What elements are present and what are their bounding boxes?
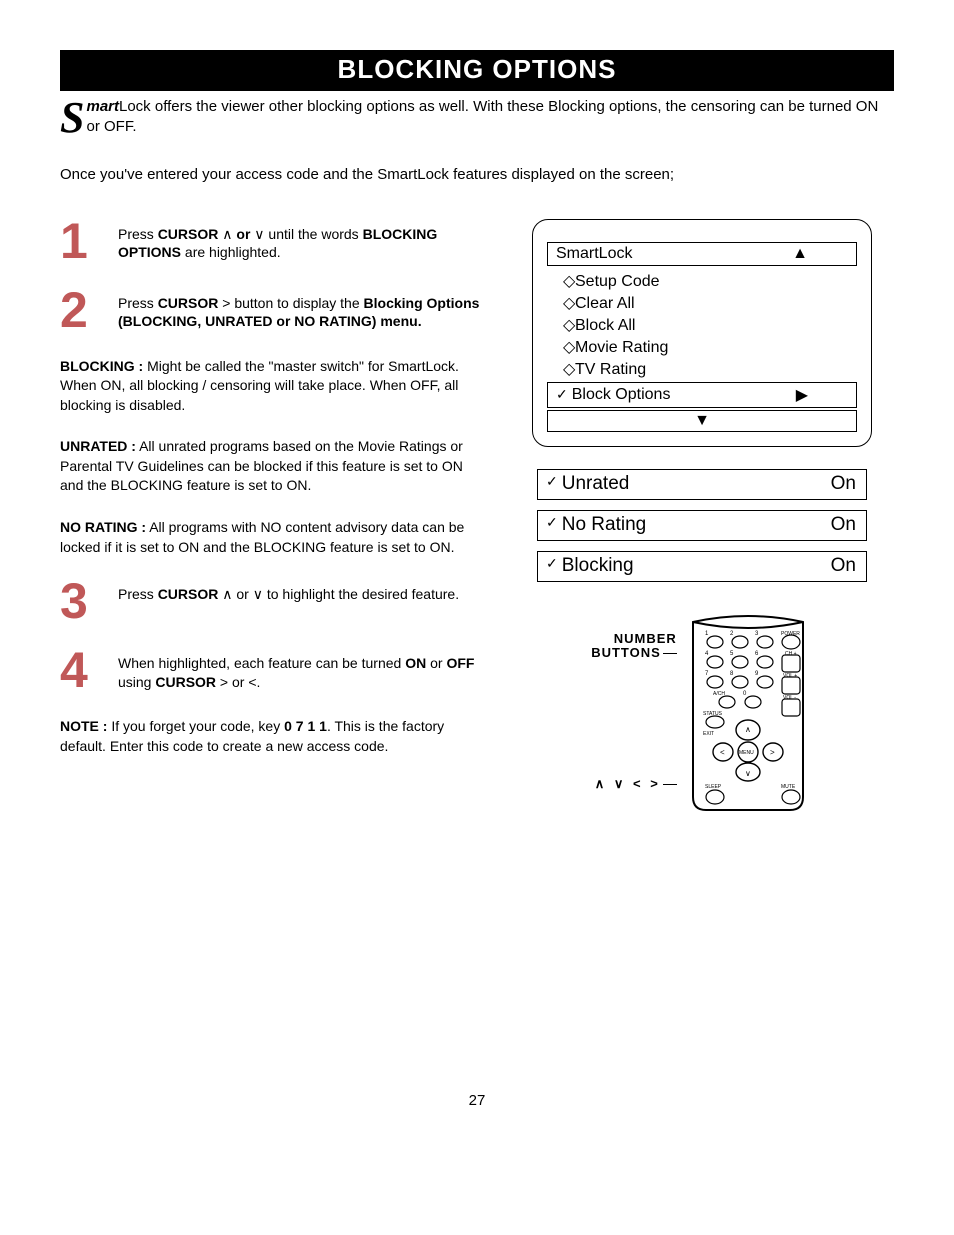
- page-container: BLOCKING OPTIONS S martLock offers the v…: [0, 0, 954, 1149]
- svg-text:6: 6: [755, 651, 759, 657]
- diamond-icon: ◇: [563, 315, 571, 335]
- page-number: 27: [60, 1092, 894, 1109]
- page-title: BLOCKING OPTIONS: [60, 50, 894, 91]
- osd-menu-panel: SmartLock ▲ ◇Setup Code ◇Clear All ◇Bloc…: [532, 219, 872, 447]
- osd-menu-item-clear-all: ◇Clear All: [563, 292, 857, 314]
- diamond-icon: ◇: [563, 271, 571, 291]
- svg-text:9: 9: [755, 671, 759, 677]
- intro-bold-italic: mart: [86, 98, 119, 115]
- arrow-down-icon: ▼: [694, 412, 710, 430]
- remote-label-number-buttons: NUMBER BUTTONS: [591, 632, 677, 661]
- intro-text: Lock offers the viewer other blocking op…: [86, 98, 878, 135]
- osd-menu-title: SmartLock: [556, 245, 792, 263]
- diamond-icon: ◇: [563, 359, 571, 379]
- svg-text:5: 5: [730, 651, 734, 657]
- left-column: 1 Press CURSOR ∧ or ∨ until the words BL…: [60, 219, 510, 812]
- svg-text:4: 4: [705, 651, 709, 657]
- osd-menu-list: ◇Setup Code ◇Clear All ◇Block All ◇Movie…: [547, 266, 857, 380]
- osd-menu-item-movie-rating: ◇Movie Rating: [563, 336, 857, 358]
- step-body: When highlighted, each feature can be tu…: [118, 648, 490, 693]
- osd-menu-title-row: SmartLock ▲: [547, 242, 857, 266]
- step-body: Press CURSOR > button to display the Blo…: [118, 288, 490, 333]
- svg-text:∨: ∨: [745, 769, 751, 778]
- svg-text:<: <: [720, 748, 725, 757]
- svg-text:MUTE: MUTE: [781, 784, 796, 790]
- step-number: 3: [60, 579, 118, 624]
- svg-text:3: 3: [755, 631, 759, 637]
- option-row-unrated: ✓ Unrated On: [537, 469, 867, 500]
- step-1: 1 Press CURSOR ∧ or ∨ until the words BL…: [60, 219, 490, 264]
- svg-text:∧: ∧: [745, 725, 751, 734]
- svg-text:POWER: POWER: [781, 631, 800, 637]
- drop-cap: S: [60, 99, 86, 136]
- option-row-blocking: ✓ Blocking On: [537, 551, 867, 582]
- remote-label-cursor: ∧ ∨ < >: [591, 777, 677, 791]
- remote-labels: NUMBER BUTTONS ∧ ∨ < >: [591, 612, 683, 792]
- svg-text:MENU: MENU: [739, 750, 754, 756]
- arrow-up-icon: ▲: [792, 245, 808, 263]
- remote-icon: 1 2 3 4 5 6 7 8 9 0 A/CH POWER CH + VOL …: [683, 612, 813, 812]
- callout-line-icon: [663, 653, 677, 654]
- definition-norating: NO RATING : All programs with NO content…: [60, 518, 490, 557]
- step-2: 2 Press CURSOR > button to display the B…: [60, 288, 490, 333]
- svg-text:8: 8: [730, 671, 734, 677]
- diamond-icon: ◇: [563, 293, 571, 313]
- svg-text:2: 2: [730, 631, 734, 637]
- check-icon: ✓: [546, 473, 558, 495]
- svg-text:VOL -: VOL -: [783, 695, 796, 701]
- arrow-right-icon: ▶: [796, 385, 808, 405]
- remote-diagram: NUMBER BUTTONS ∧ ∨ < >: [591, 612, 813, 812]
- callout-line-icon: [663, 784, 677, 785]
- option-row-no-rating: ✓ No Rating On: [537, 510, 867, 541]
- svg-text:>: >: [770, 748, 775, 757]
- intro-paragraph: S martLock offers the viewer other block…: [60, 97, 894, 138]
- svg-text:SLEEP: SLEEP: [705, 784, 722, 790]
- check-icon: ✓: [556, 386, 568, 403]
- step-number: 2: [60, 288, 118, 333]
- diamond-icon: ◇: [563, 337, 571, 357]
- sub-intro: Once you've entered your access code and…: [60, 166, 894, 183]
- svg-text:VOL +: VOL +: [783, 673, 797, 679]
- check-icon: ✓: [546, 555, 558, 577]
- osd-menu-item-setup-code: ◇Setup Code: [563, 270, 857, 292]
- step-number: 1: [60, 219, 118, 264]
- step-4: 4 When highlighted, each feature can be …: [60, 648, 490, 693]
- definition-blocking: BLOCKING : Might be called the "master s…: [60, 357, 490, 416]
- osd-menu-item-block-options: ✓ Block Options ▶: [547, 382, 857, 408]
- svg-text:EXIT: EXIT: [703, 731, 714, 737]
- svg-text:STATUS: STATUS: [703, 711, 723, 717]
- svg-text:0: 0: [743, 691, 747, 697]
- osd-menu-item-tv-rating: ◇TV Rating: [563, 358, 857, 380]
- key-1-label: 1: [705, 631, 709, 637]
- step-3: 3 Press CURSOR ∧ or ∨ to highlight the d…: [60, 579, 490, 624]
- check-icon: ✓: [546, 514, 558, 536]
- option-status-boxes: ✓ Unrated On ✓ No Rating On ✓ Blocking O…: [537, 469, 867, 592]
- svg-text:CH +: CH +: [785, 651, 797, 657]
- right-column: SmartLock ▲ ◇Setup Code ◇Clear All ◇Bloc…: [510, 219, 894, 812]
- step-body: Press CURSOR ∧ or ∨ until the words BLOC…: [118, 219, 490, 264]
- svg-text:7: 7: [705, 671, 709, 677]
- svg-text:A/CH: A/CH: [713, 691, 725, 697]
- definition-unrated: UNRATED : All unrated programs based on …: [60, 437, 490, 496]
- note-paragraph: NOTE : If you forget your code, key 0 7 …: [60, 717, 490, 756]
- step-body: Press CURSOR ∧ or ∨ to highlight the des…: [118, 579, 490, 624]
- step-number: 4: [60, 648, 118, 693]
- osd-menu-empty-row: ▼: [547, 410, 857, 432]
- osd-menu-item-block-all: ◇Block All: [563, 314, 857, 336]
